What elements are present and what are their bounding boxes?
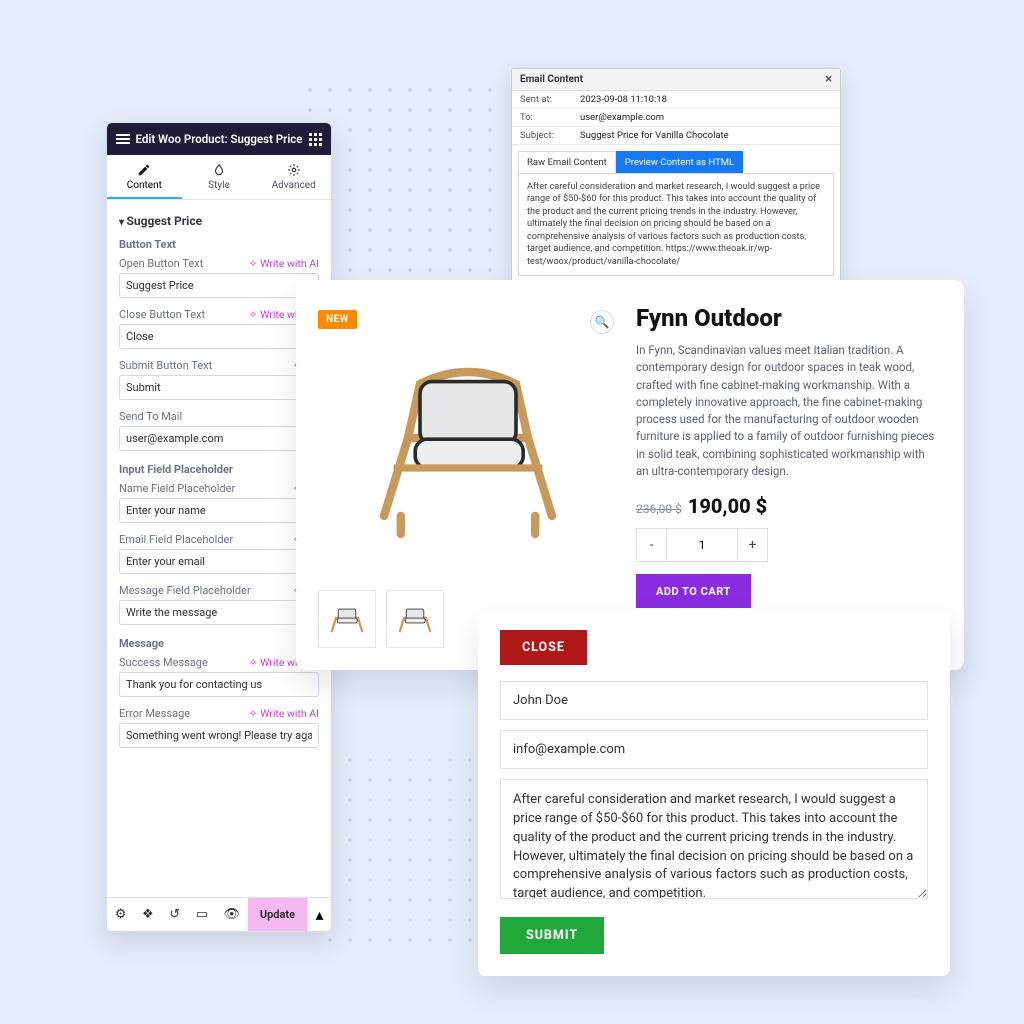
history-icon[interactable]: ↺: [169, 907, 180, 922]
product-thumb[interactable]: [386, 590, 444, 648]
meta-val-subject: Suggest Price for Vanilla Chocolate: [580, 130, 832, 141]
zoom-icon[interactable]: 🔍: [590, 310, 614, 334]
product-thumb[interactable]: [318, 590, 376, 648]
meta-val-to: user@example.com: [580, 112, 832, 123]
quantity-stepper: - +: [636, 528, 768, 562]
group-button-text: Button Text: [119, 238, 319, 251]
input-name-ph[interactable]: [119, 498, 319, 523]
label-success: Success Message: [119, 656, 243, 669]
product-media: NEW 🔍: [318, 304, 618, 652]
label-close-button: Close Button Text: [119, 308, 243, 321]
email-body: After careful consideration and market r…: [518, 173, 834, 276]
meta-val-sent: 2023-09-08 11:10:18: [580, 94, 832, 105]
label-send-to: Send To Mail: [119, 410, 319, 423]
submit-button[interactable]: SUBMIT: [500, 917, 604, 954]
settings-icon[interactable]: ⚙: [115, 907, 127, 922]
label-open-button: Open Button Text: [119, 257, 243, 270]
layers-icon[interactable]: ❖: [142, 907, 154, 922]
tab-preview-html[interactable]: Preview Content as HTML: [616, 151, 743, 173]
suggest-price-form: CLOSE SUBMIT: [478, 610, 950, 976]
editor-tabs: Content Style Advanced: [107, 155, 331, 200]
input-open-button[interactable]: [119, 273, 319, 298]
label-error: Error Message: [119, 707, 243, 720]
price-old: 236,00 $: [636, 502, 682, 516]
droplet-icon: [212, 163, 226, 177]
input-email-ph[interactable]: [119, 549, 319, 574]
product-image[interactable]: [318, 304, 618, 584]
label-submit-button: Submit Button Text: [119, 359, 286, 372]
label-email-ph: Email Field Placeholder: [119, 533, 286, 546]
section-title[interactable]: Suggest Price: [119, 214, 319, 228]
meta-key-to: To:: [520, 112, 580, 123]
label-name-ph: Name Field Placeholder: [119, 482, 286, 495]
write-with-ai-link[interactable]: Write with AI: [249, 257, 319, 270]
tab-raw-email[interactable]: Raw Email Content: [518, 151, 616, 173]
gear-icon: [287, 163, 301, 177]
price-new: 190,00 $: [688, 494, 767, 518]
input-submit-button[interactable]: [119, 375, 319, 400]
group-message: Message: [119, 637, 319, 650]
update-caret[interactable]: ▴: [307, 898, 331, 931]
input-success[interactable]: [119, 672, 319, 697]
label-message-ph: Message Field Placeholder: [119, 584, 286, 597]
qty-decrease[interactable]: -: [637, 529, 667, 561]
hamburger-icon[interactable]: [115, 131, 131, 147]
write-with-ai-link[interactable]: Write with AI: [249, 707, 319, 720]
email-content-panel: Email Content × Sent at:2023-09-08 11:10…: [511, 68, 841, 285]
add-to-cart-button[interactable]: ADD TO CART: [636, 574, 751, 608]
product-title: Fynn Outdoor: [636, 304, 938, 332]
email-title: Email Content: [520, 74, 583, 85]
update-button[interactable]: Update: [248, 898, 307, 931]
product-description: In Fynn, Scandinavian values meet Italia…: [636, 342, 938, 480]
preview-icon[interactable]: 👁: [224, 907, 241, 922]
pencil-icon: [137, 163, 151, 177]
close-button[interactable]: CLOSE: [500, 630, 587, 665]
name-field[interactable]: [500, 681, 928, 720]
group-placeholder: Input Field Placeholder: [119, 463, 319, 476]
input-error[interactable]: [119, 723, 319, 748]
meta-key-sent: Sent at:: [520, 94, 580, 105]
qty-input[interactable]: [667, 529, 737, 561]
input-message-ph[interactable]: [119, 600, 319, 625]
tab-content[interactable]: Content: [107, 155, 182, 199]
editor-footer: ⚙ ❖ ↺ ▭ 👁 Update ▴: [107, 897, 331, 931]
email-field[interactable]: [500, 730, 928, 769]
message-field[interactable]: [500, 779, 928, 899]
tab-advanced[interactable]: Advanced: [256, 155, 331, 199]
chair-icon: [348, 324, 588, 564]
meta-key-subject: Subject:: [520, 130, 580, 141]
responsive-icon[interactable]: ▭: [196, 907, 208, 922]
tab-style[interactable]: Style: [182, 155, 257, 199]
badge-new: NEW: [318, 310, 357, 329]
close-icon[interactable]: ×: [825, 73, 832, 86]
input-close-button[interactable]: [119, 324, 319, 349]
editor-header: Edit Woo Product: Suggest Price: [107, 123, 331, 155]
input-send-to[interactable]: [119, 426, 319, 451]
qty-increase[interactable]: +: [737, 529, 767, 561]
editor-title: Edit Woo Product: Suggest Price: [131, 132, 307, 146]
apps-icon[interactable]: [307, 131, 323, 147]
